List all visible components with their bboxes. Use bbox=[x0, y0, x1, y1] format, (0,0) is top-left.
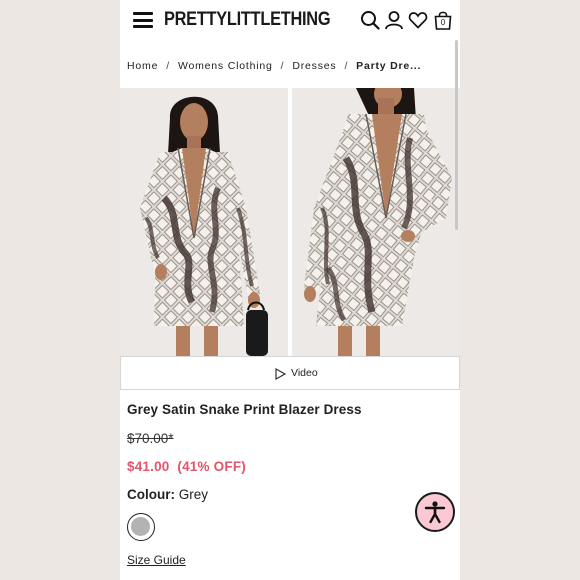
play-icon bbox=[275, 368, 286, 380]
original-price: $70.00* bbox=[127, 431, 174, 446]
breadcrumb-dresses[interactable]: Dresses bbox=[292, 60, 336, 72]
sale-price-line: $41.00 (41% OFF) bbox=[127, 459, 246, 474]
account-icon[interactable] bbox=[384, 10, 404, 30]
product-gallery bbox=[120, 88, 460, 356]
accessibility-icon bbox=[424, 501, 446, 524]
video-button[interactable]: Video bbox=[120, 356, 460, 390]
accessibility-button[interactable] bbox=[415, 492, 455, 532]
sale-price: $41.00 bbox=[127, 459, 170, 474]
cart-button[interactable]: 0 bbox=[433, 10, 453, 30]
cart-count: 0 bbox=[440, 18, 446, 27]
menu-icon[interactable] bbox=[133, 12, 153, 28]
scrollbar[interactable] bbox=[455, 40, 458, 230]
model-front-photo[interactable] bbox=[120, 88, 288, 356]
breadcrumb-home[interactable]: Home bbox=[127, 60, 158, 72]
breadcrumb-current: Party Dre... bbox=[356, 60, 422, 72]
discount-label: (41% OFF) bbox=[177, 459, 246, 474]
phone-screen: PRETTYLITTLETHING 0 Home / Womens Clothing… bbox=[120, 0, 460, 580]
breadcrumb-womens-clothing[interactable]: Womens Clothing bbox=[178, 60, 273, 72]
product-title: Grey Satin Snake Print Blazer Dress bbox=[127, 402, 362, 417]
swatch-fill bbox=[131, 517, 150, 536]
model-side-photo[interactable] bbox=[292, 88, 460, 356]
search-icon[interactable] bbox=[360, 10, 380, 30]
video-label: Video bbox=[291, 367, 318, 379]
size-guide-link[interactable]: Size Guide bbox=[127, 553, 186, 567]
breadcrumb: Home / Womens Clothing / Dresses / Party Dre..… bbox=[127, 60, 421, 72]
colour-swatch-grey[interactable] bbox=[127, 513, 155, 541]
breadcrumb-separator: / bbox=[280, 60, 285, 72]
site-header: PRETTYLITTLETHING 0 bbox=[120, 0, 460, 40]
colour-line: Colour: Grey bbox=[127, 487, 208, 502]
colour-label: Colour: bbox=[127, 487, 175, 502]
colour-value: Grey bbox=[178, 487, 209, 502]
brand-logo[interactable]: PRETTYLITTLETHING bbox=[164, 9, 331, 31]
breadcrumb-separator: / bbox=[344, 60, 349, 72]
breadcrumb-separator: / bbox=[166, 60, 170, 72]
wishlist-icon[interactable] bbox=[408, 10, 428, 30]
